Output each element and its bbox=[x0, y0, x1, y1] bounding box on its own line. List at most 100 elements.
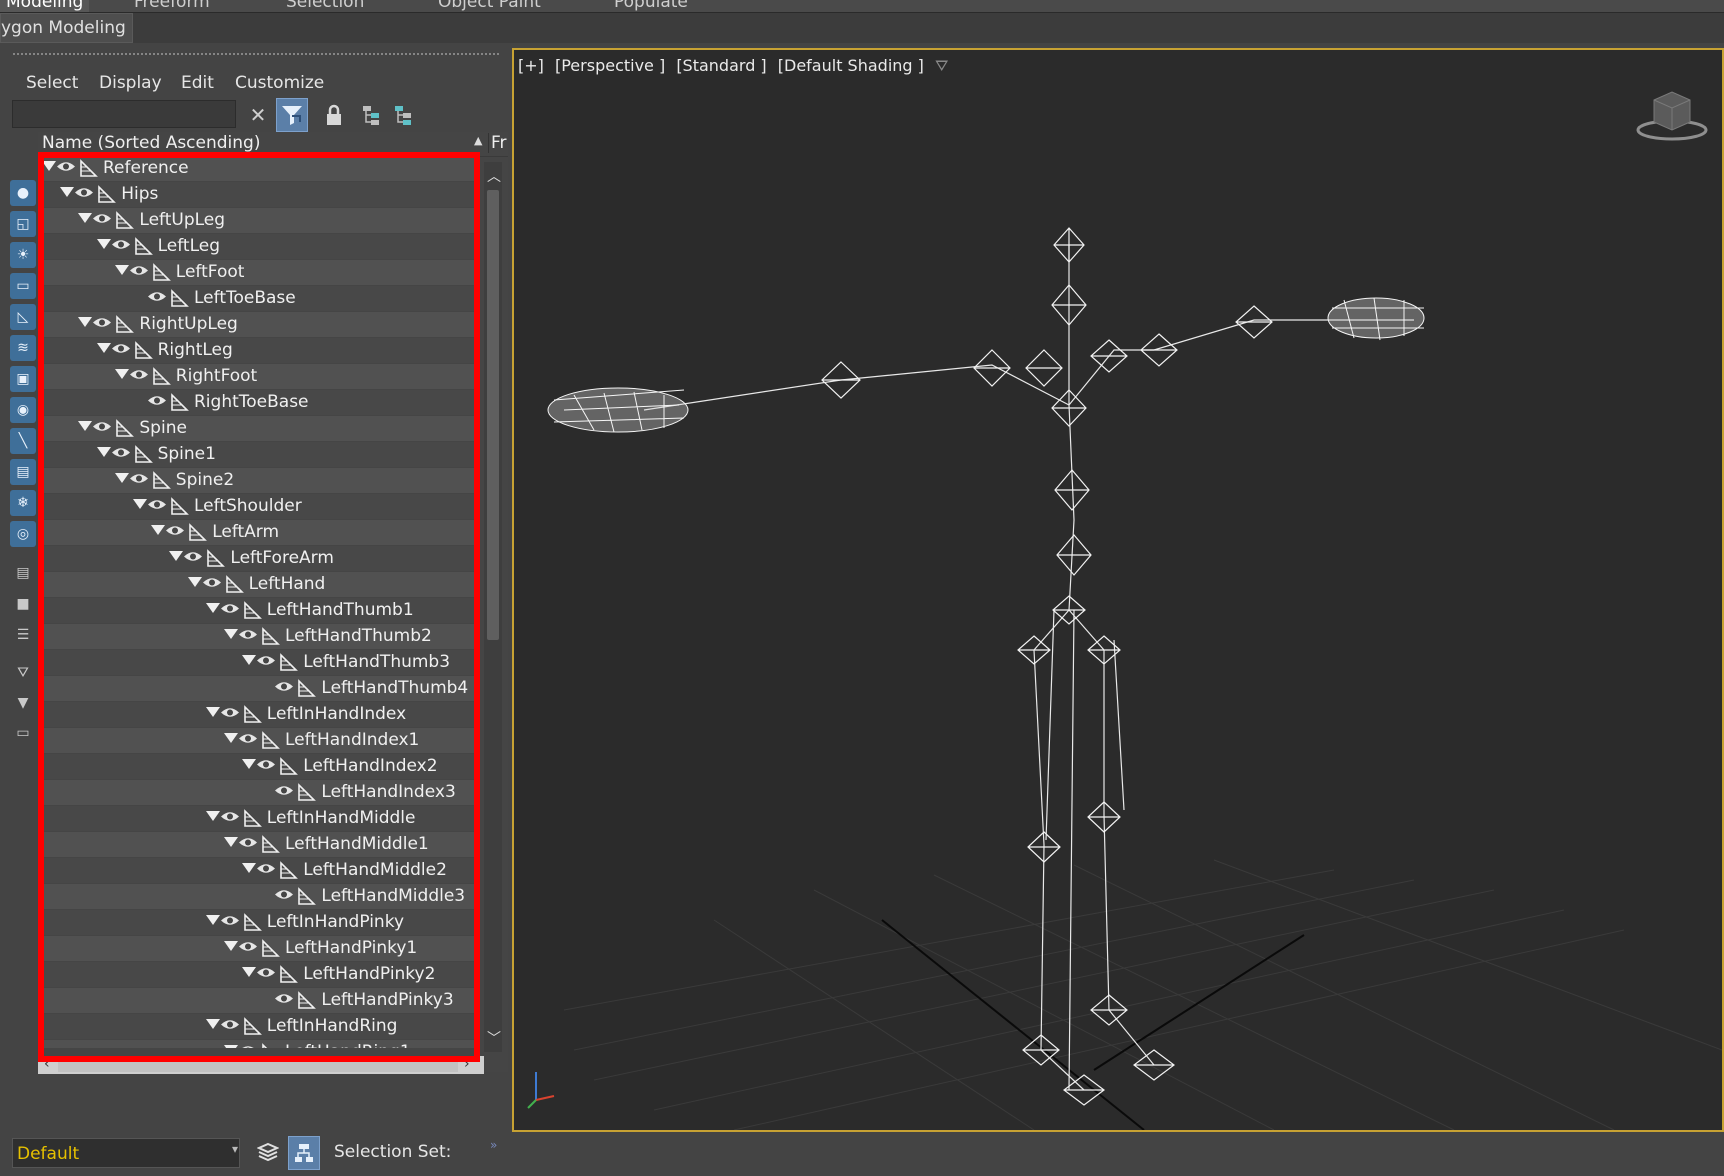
tree-row[interactable]: LeftHandPinky1 bbox=[38, 936, 476, 961]
expand-triangle-icon[interactable] bbox=[224, 941, 238, 951]
visibility-eye-icon[interactable] bbox=[129, 264, 149, 277]
expand-icon[interactable]: » bbox=[490, 1138, 497, 1152]
tree-row[interactable]: LeftHandThumb3 bbox=[38, 650, 476, 675]
scroll-up-icon[interactable]: ︿ bbox=[487, 166, 501, 186]
expand-triangle-icon[interactable] bbox=[205, 915, 220, 925]
tree-row[interactable]: LeftToeBase bbox=[38, 286, 476, 311]
visibility-eye-icon[interactable] bbox=[92, 420, 112, 433]
expand-triangle-icon[interactable] bbox=[224, 733, 238, 743]
tree-row[interactable]: LeftHandIndex2 bbox=[38, 754, 476, 779]
tree-row[interactable]: Spine bbox=[38, 416, 476, 441]
visibility-eye-icon[interactable] bbox=[56, 160, 76, 173]
hierarchy-alt-icon[interactable] bbox=[388, 98, 420, 132]
visibility-eye-icon[interactable] bbox=[165, 524, 185, 537]
perspective-viewport[interactable]: [+] [Perspective ] [Standard ] [Default … bbox=[512, 48, 1724, 1132]
expand-triangle-icon[interactable] bbox=[205, 1019, 220, 1029]
tree-row[interactable]: LeftHandMiddle1 bbox=[38, 832, 476, 857]
lock-icon[interactable] bbox=[318, 98, 350, 132]
helper-icon[interactable]: ╲ bbox=[10, 428, 36, 454]
tree-row[interactable]: LeftHandThumb2 bbox=[38, 624, 476, 649]
expand-triangle-icon[interactable] bbox=[42, 161, 56, 171]
visibility-eye-icon[interactable] bbox=[111, 342, 131, 355]
visibility-eye-icon[interactable] bbox=[220, 706, 240, 719]
light-icon[interactable]: ☀ bbox=[10, 242, 36, 268]
visibility-eye-icon[interactable] bbox=[111, 238, 131, 251]
expand-triangle-icon[interactable] bbox=[205, 707, 220, 717]
tree-row[interactable]: LeftHandPinky3 bbox=[38, 988, 476, 1013]
camera-icon[interactable]: ▭ bbox=[10, 273, 36, 299]
visibility-eye-icon[interactable] bbox=[256, 862, 276, 875]
square-icon[interactable]: ■ bbox=[10, 591, 36, 617]
bone-icon[interactable]: ◺ bbox=[10, 304, 36, 330]
tree-row[interactable]: LeftHandThumb1 bbox=[38, 598, 476, 623]
visibility-eye-icon[interactable] bbox=[147, 290, 167, 303]
visibility-eye-icon[interactable] bbox=[183, 550, 203, 563]
visibility-eye-icon[interactable] bbox=[274, 888, 294, 901]
visibility-eye-icon[interactable] bbox=[220, 1018, 240, 1031]
horizontal-scrollbar[interactable]: ‹ › bbox=[38, 1056, 484, 1074]
tree-row[interactable]: LeftHandIndex3 bbox=[38, 780, 476, 805]
visibility-eye-icon[interactable] bbox=[74, 186, 94, 199]
expand-triangle-icon[interactable] bbox=[224, 1045, 238, 1048]
visibility-eye-icon[interactable] bbox=[274, 992, 294, 1005]
expand-triangle-icon[interactable] bbox=[187, 577, 202, 587]
tab-freeform[interactable]: Freeform bbox=[134, 0, 210, 12]
tree-row[interactable]: Spine1 bbox=[38, 442, 476, 467]
column-frozen-header[interactable]: Fr bbox=[488, 133, 507, 153]
tree-row[interactable]: LeftInHandRing bbox=[38, 1014, 476, 1039]
container-icon[interactable]: ▤ bbox=[10, 459, 36, 485]
search-input[interactable] bbox=[12, 100, 236, 128]
expand-triangle-icon[interactable] bbox=[114, 369, 129, 379]
visibility-eye-icon[interactable] bbox=[238, 628, 258, 641]
visibility-eye-icon[interactable] bbox=[238, 732, 258, 745]
layers-icon[interactable] bbox=[252, 1136, 284, 1170]
expand-triangle-icon[interactable] bbox=[114, 265, 129, 275]
list-icon[interactable]: ☰ bbox=[10, 622, 36, 648]
expand-triangle-icon[interactable] bbox=[133, 499, 147, 509]
tree-row[interactable]: LeftHandMiddle2 bbox=[38, 858, 476, 883]
visibility-eye-icon[interactable] bbox=[147, 498, 167, 511]
tab-modeling[interactable]: Modeling bbox=[0, 0, 90, 12]
scroll-left-icon[interactable]: ‹ bbox=[44, 1056, 50, 1072]
hierarchy-icon[interactable] bbox=[356, 98, 388, 132]
visibility-eye-icon[interactable] bbox=[92, 212, 112, 225]
scroll-down-icon[interactable]: ﹀ bbox=[487, 1028, 501, 1048]
tree-row[interactable]: LeftHandPinky2 bbox=[38, 962, 476, 987]
tree-row[interactable]: Hips bbox=[38, 182, 476, 207]
frozen-icon[interactable]: ❄ bbox=[10, 490, 36, 516]
visibility-eye-icon[interactable] bbox=[129, 472, 149, 485]
visibility-eye-icon[interactable] bbox=[256, 966, 276, 979]
visibility-eye-icon[interactable] bbox=[92, 316, 112, 329]
tree-row[interactable]: LeftInHandMiddle bbox=[38, 806, 476, 831]
tree-row[interactable]: Spine2 bbox=[38, 468, 476, 493]
tree-row[interactable]: Reference bbox=[38, 156, 476, 181]
visibility-eye-icon[interactable] bbox=[111, 446, 131, 459]
panel-grip[interactable] bbox=[12, 52, 500, 56]
visibility-eye-icon[interactable] bbox=[238, 1044, 258, 1048]
vertical-scroll-thumb[interactable] bbox=[487, 190, 499, 640]
column-name-header[interactable]: Name (Sorted Ascending) bbox=[42, 133, 260, 153]
visibility-eye-icon[interactable] bbox=[220, 602, 240, 615]
visibility-eye-icon[interactable] bbox=[129, 368, 149, 381]
tree-row[interactable]: LeftShoulder bbox=[38, 494, 476, 519]
expand-triangle-icon[interactable] bbox=[60, 187, 75, 197]
visibility-eye-icon[interactable] bbox=[220, 810, 240, 823]
tree-row[interactable]: LeftHandRing1 bbox=[38, 1040, 476, 1048]
tree-row[interactable]: LeftInHandPinky bbox=[38, 910, 476, 935]
spacewarp-icon[interactable]: ≋ bbox=[10, 335, 36, 361]
expand-triangle-icon[interactable] bbox=[242, 655, 257, 665]
tab-object-paint[interactable]: Object Paint bbox=[438, 0, 541, 12]
expand-triangle-icon[interactable] bbox=[242, 863, 257, 873]
filter-icon[interactable]: ▼ bbox=[10, 690, 36, 716]
tree-row[interactable]: LeftForeArm bbox=[38, 546, 476, 571]
tree-row[interactable]: LeftInHandIndex bbox=[38, 702, 476, 727]
tab-populate[interactable]: Populate bbox=[614, 0, 688, 12]
chevron-down-icon[interactable]: ▾ bbox=[232, 1142, 238, 1156]
tree-row[interactable]: RightLeg bbox=[38, 338, 476, 363]
menu-customize[interactable]: Customize bbox=[235, 68, 324, 98]
polygon-modeling-label[interactable]: ygon Modeling bbox=[0, 13, 133, 43]
expand-triangle-icon[interactable] bbox=[114, 473, 129, 483]
expand-triangle-icon[interactable] bbox=[205, 811, 220, 821]
expand-triangle-icon[interactable] bbox=[205, 603, 220, 613]
filter-icon[interactable] bbox=[276, 98, 308, 132]
